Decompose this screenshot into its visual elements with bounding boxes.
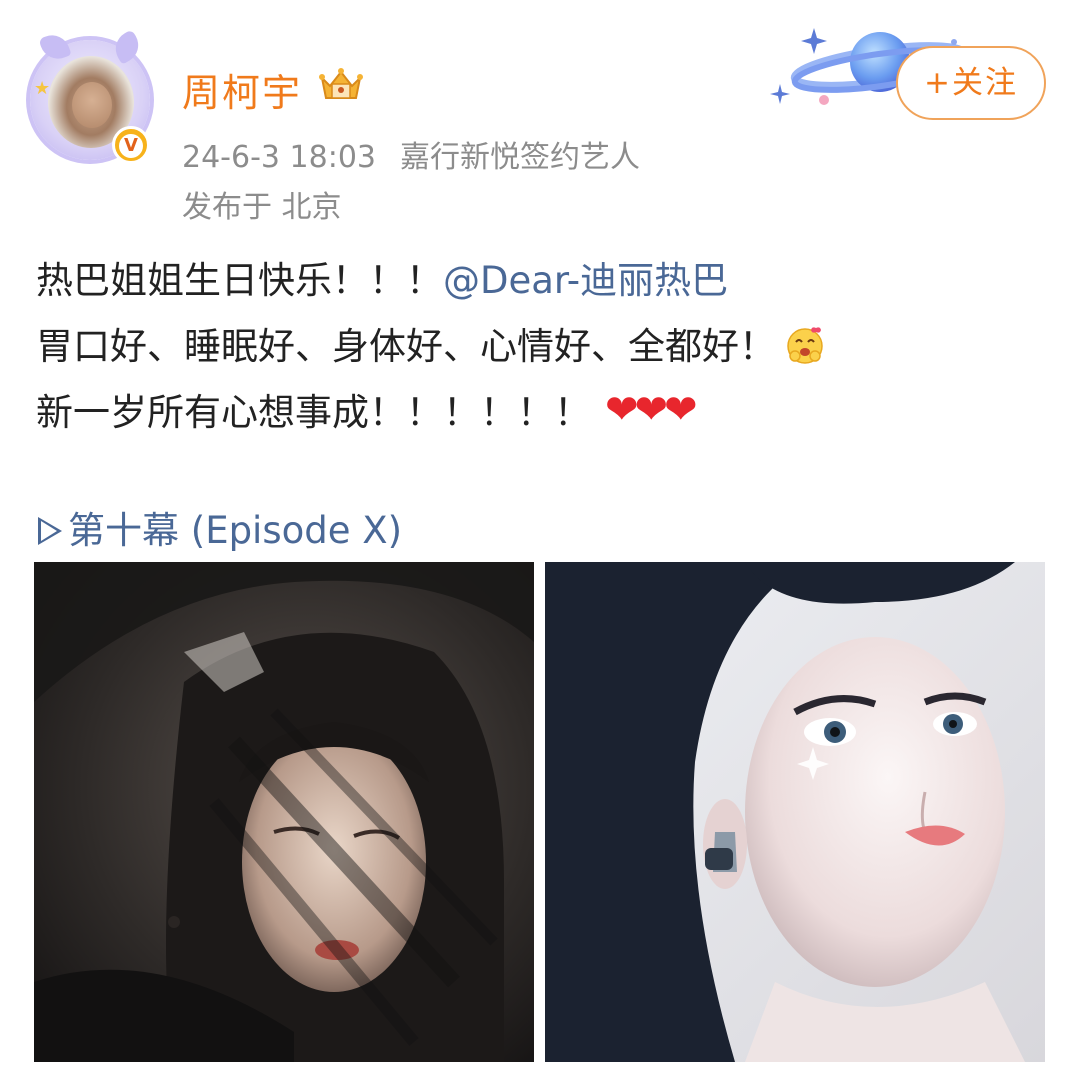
hearts-group: ❤❤❤ [605,378,698,444]
content-text-3: 新一岁所有心想事成！！！！！！ [36,391,591,434]
content-line-1: 热巴姐姐生日快乐！！！@Dear-迪丽热巴 [36,248,1046,314]
content-text-1: 热巴姐姐生日快乐！！！ [36,259,443,302]
content-line-2: 胃口好、睡眠好、身体好、心情好、全都好！ [36,314,1046,380]
photo-light-portrait[interactable] [545,562,1045,1062]
crown-badge-icon[interactable] [318,66,364,104]
post-content: 热巴姐姐生日快乐！！！@Dear-迪丽热巴 胃口好、睡眠好、身体好、心情好、全都… [36,248,1046,446]
hug-face-emoji [787,326,823,364]
star-icon: ★ [34,78,51,99]
verified-badge-label: V [119,134,143,158]
episode-link-label: 第十幕 (Episode X) [68,509,403,552]
photo-light-portrait-image [545,562,1045,1062]
follow-button[interactable]: +关注 [896,46,1046,120]
content-text-2: 胃口好、睡眠好、身体好、心情好、全都好！ [36,325,776,368]
user-name[interactable]: 周柯宇 [182,62,302,117]
weibo-post: ★ V 周柯宇 24-6-3 18:03 嘉行新悦签约艺人 发布于 北京 +关注… [0,0,1080,1085]
post-timestamp: 24-6-3 18:03 [182,140,376,175]
post-meta: 24-6-3 18:03 嘉行新悦签约艺人 [182,132,640,176]
avatar-face [72,82,112,128]
mention-link[interactable]: @Dear-迪丽热巴 [443,259,728,302]
heart-icon: ❤ [664,386,698,433]
photo-dark-veil-image [34,562,534,1062]
avatar[interactable]: ★ V [30,29,154,164]
photo-dark-veil-portrait[interactable] [34,562,534,1062]
post-source[interactable]: 嘉行新悦签约艺人 [400,140,640,175]
heart-icon: ❤ [605,386,639,433]
episode-link[interactable]: 第十幕 (Episode X) [38,500,402,554]
play-triangle-icon [38,517,62,545]
post-location: 发布于 北京 [182,190,342,225]
heart-icon: ❤ [634,386,669,433]
verified-v-icon: V [112,126,150,164]
content-line-3: 新一岁所有心想事成！！！！！！ ❤❤❤ [36,380,1046,446]
